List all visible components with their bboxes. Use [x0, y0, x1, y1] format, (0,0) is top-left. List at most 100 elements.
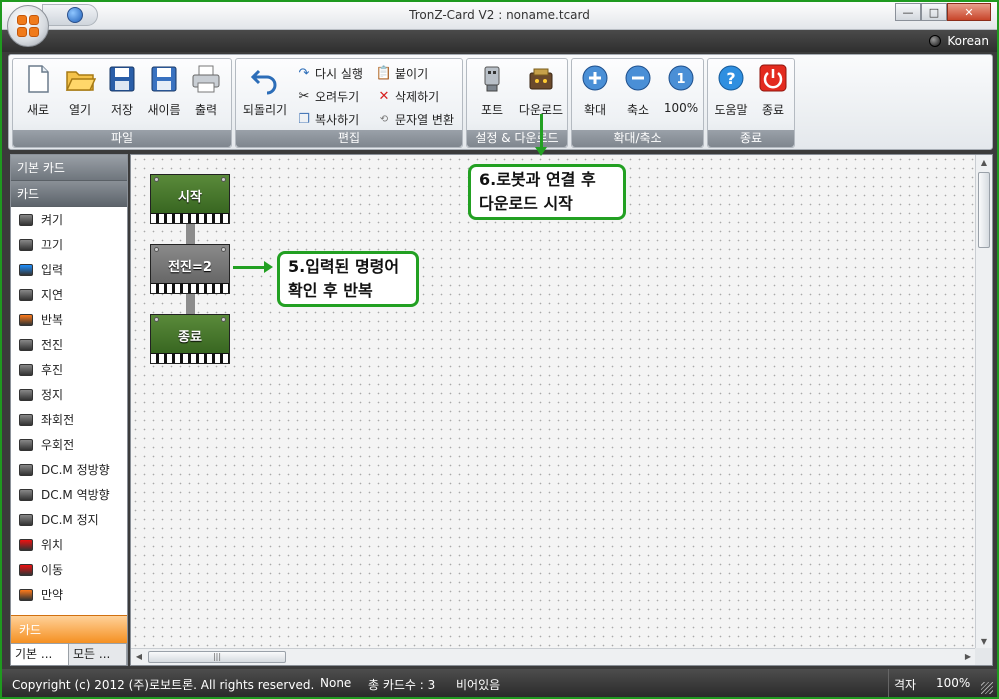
status-mode: None — [320, 676, 352, 690]
card-item[interactable]: 반복 — [11, 307, 127, 332]
close-button[interactable]: ✕ — [947, 3, 991, 21]
new-label: 새로 — [26, 103, 50, 117]
maximize-button[interactable]: □ — [921, 3, 947, 21]
callout-step5: 5.입력된 명령어 확인 후 반복 — [277, 251, 419, 307]
card-item[interactable]: 끄기 — [11, 232, 127, 257]
status-zoom: 100% — [936, 676, 971, 690]
port-button[interactable]: 포트 — [471, 63, 513, 123]
zoom-100-button[interactable]: 1 100% — [660, 63, 702, 123]
status-card-count: 총 카드수 : 3 — [368, 678, 436, 692]
quit-button[interactable]: 종료 — [752, 63, 794, 123]
tab-basic[interactable]: 기본 ... — [11, 644, 69, 665]
card-link — [186, 294, 195, 314]
redo-button[interactable]: ↷ 다시 실행 — [296, 63, 363, 83]
horizontal-scrollbar[interactable]: ◀ ||| ▶ — [131, 648, 976, 665]
help-button[interactable]: ? 도움말 — [710, 63, 752, 123]
scissors-icon: ✂ — [298, 88, 310, 104]
zoom-out-button[interactable]: 축소 — [617, 63, 659, 123]
program-canvas[interactable]: 시작 전진=2 종료 5.입력된 명령어 확인 후 반복 6.로봇과 연결 후 … — [130, 154, 993, 666]
ribbon-group-edit-label: 편집 — [236, 130, 462, 147]
palette-footer[interactable]: 카드 — [11, 615, 127, 643]
palette-tabs: 기본 ... 모든 ... — [11, 643, 127, 665]
save-button[interactable]: 저장 — [101, 63, 143, 123]
card-item-label: 끄기 — [41, 238, 64, 252]
undo-icon — [250, 69, 277, 95]
resize-grip-icon[interactable] — [981, 682, 993, 694]
status-grid[interactable]: 격자 — [894, 676, 916, 693]
scroll-up-icon[interactable]: ▲ — [976, 155, 992, 171]
minimize-button[interactable]: — — [895, 3, 921, 21]
card-chip-icon — [19, 388, 33, 401]
card-chip-icon — [19, 263, 33, 276]
card-item-label: 입력 — [41, 263, 64, 277]
string-convert-label: 문자열 변환 — [395, 112, 455, 127]
card-item[interactable]: 위치 — [11, 532, 127, 557]
card-item-label: 지연 — [41, 288, 64, 302]
delete-button[interactable]: ✕ 삭제하기 — [376, 86, 440, 106]
print-button[interactable]: 출력 — [185, 63, 227, 123]
card-item[interactable]: DC.M 정지 — [11, 507, 127, 532]
card-item[interactable]: 이동 — [11, 557, 127, 582]
string-convert-icon: ⟲ — [379, 113, 389, 125]
copy-icon: ❐ — [298, 111, 310, 127]
save-as-button[interactable]: 새이름 — [143, 63, 185, 123]
horizontal-scroll-thumb[interactable]: ||| — [148, 651, 286, 663]
title-bar: TronZ-Card V2 : noname.tcard — □ ✕ — [2, 2, 997, 30]
callout6-line1: 6.로봇과 연결 후 — [479, 170, 596, 189]
card-start[interactable]: 시작 — [150, 174, 230, 224]
card-item-label: DC.M 역방향 — [41, 488, 110, 502]
card-item[interactable]: DC.M 역방향 — [11, 482, 127, 507]
scroll-left-icon[interactable]: ◀ — [131, 649, 147, 665]
zoom-100-label: 100% — [663, 101, 699, 115]
palette-subheader[interactable]: 카드 — [11, 181, 127, 207]
palette-header[interactable]: 기본 카드 — [11, 155, 127, 181]
card-item[interactable]: 좌회전 — [11, 407, 127, 432]
card-chip-icon — [19, 363, 33, 376]
card-item[interactable]: 정지 — [11, 382, 127, 407]
card-palette: 기본 카드 카드 켜기끄기입력지연반복전진후진정지 좌회전우회전 DC.M 정방향 D… — [10, 154, 128, 666]
card-item-label: 후진 — [41, 363, 64, 377]
card-item[interactable]: 만약 — [11, 582, 127, 607]
card-item[interactable]: 입력 — [11, 257, 127, 282]
app-menu-button[interactable] — [7, 5, 49, 47]
cut-label: 오려두기 — [315, 89, 360, 104]
card-chip-icon — [19, 238, 33, 251]
undo-button[interactable]: 되돌리기 — [240, 63, 290, 123]
card-forward[interactable]: 전진=2 — [150, 244, 230, 294]
card-item[interactable]: 전진 — [11, 332, 127, 357]
zoom-out-label: 축소 — [626, 103, 650, 117]
open-button[interactable]: 열기 — [59, 63, 101, 123]
card-item[interactable]: 지연 — [11, 282, 127, 307]
copy-button[interactable]: ❐ 복사하기 — [296, 109, 359, 129]
language-selector[interactable]: Korean — [929, 34, 989, 48]
string-convert-button[interactable]: ⟲ 문자열 변환 — [376, 109, 454, 129]
card-item[interactable]: 후진 — [11, 357, 127, 382]
tab-all[interactable]: 모든 ... — [69, 644, 127, 665]
open-folder-icon — [65, 71, 96, 91]
zoom-out-icon — [625, 65, 651, 91]
card-end[interactable]: 종료 — [150, 314, 230, 364]
delete-x-icon: ✕ — [378, 88, 390, 104]
ribbon-group-exit: ? 도움말 종료 종료 — [707, 58, 795, 148]
paste-button[interactable]: 📋 붙이기 — [376, 63, 428, 83]
vertical-scroll-thumb[interactable] — [978, 172, 990, 248]
scroll-right-icon[interactable]: ▶ — [960, 649, 976, 665]
card-item-label: 전진 — [41, 338, 64, 352]
card-item-label: 반복 — [41, 313, 64, 327]
card-chip-icon — [19, 288, 33, 301]
cut-button[interactable]: ✂ 오려두기 — [296, 86, 360, 106]
ribbon-group-zoom-label: 확대/축소 — [572, 130, 703, 147]
card-chip-icon — [19, 338, 33, 351]
card-item[interactable]: DC.M 정방향 — [11, 457, 127, 482]
callout-step6: 6.로봇과 연결 후 다운로드 시작 — [468, 164, 626, 220]
card-item[interactable]: 우회전 — [11, 432, 127, 457]
zoom-in-button[interactable]: 확대 — [574, 63, 616, 123]
card-item-label: 우회전 — [41, 438, 75, 452]
card-chip-icon — [19, 563, 33, 576]
new-button[interactable]: 새로 — [17, 63, 59, 123]
vertical-scrollbar[interactable]: ▲ ▼ — [975, 155, 992, 650]
ribbon-group-exit-label: 종료 — [708, 130, 794, 147]
printer-icon — [192, 65, 220, 93]
window-title: TronZ-Card V2 : noname.tcard — [409, 8, 590, 22]
card-item[interactable]: 켜기 — [11, 207, 127, 232]
